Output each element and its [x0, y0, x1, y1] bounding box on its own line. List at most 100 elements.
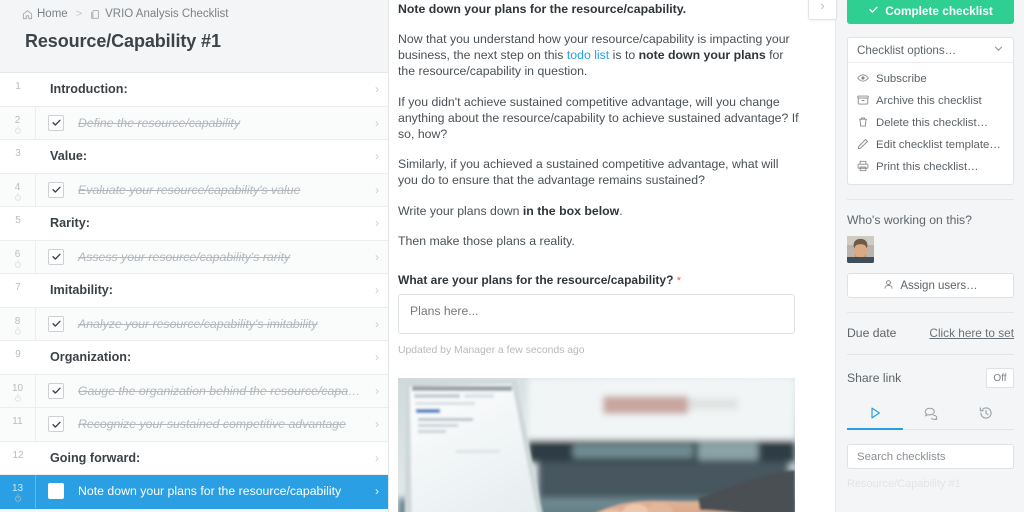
item-label: Recognize your sustained competitive adv… [78, 417, 346, 432]
checklist-item-2[interactable]: 2 Define the resource/capability › [0, 106, 388, 140]
paragraph4-text-a: Write your plans down [398, 203, 523, 218]
breadcrumb-current-label: VRIO Analysis Checklist [105, 8, 229, 20]
item-label: Imitability: [50, 283, 113, 298]
checklist-item-13[interactable]: 13 Note down your plans for the resource/… [0, 475, 388, 509]
item-number: 5 [15, 215, 21, 226]
menu-item-print-this-checklist[interactable]: Print this checklist… [848, 156, 1013, 178]
paragraph1-text-b: is to [609, 48, 639, 63]
checklist-item-10[interactable]: 10 Gauge the organization behind the reso… [0, 374, 388, 408]
avatar[interactable] [847, 236, 874, 263]
item-checkbox[interactable] [48, 382, 64, 399]
menu-item-label: Delete this checklist… [876, 117, 989, 129]
paragraph4-text-b: . [619, 203, 623, 218]
menu-item-edit-checklist-template[interactable]: Edit checklist template… [848, 134, 1013, 156]
share-link-toggle[interactable]: Off [986, 368, 1014, 388]
checklist-item-1[interactable]: 1 Introduction: › [0, 73, 388, 107]
due-date-label: Due date [847, 326, 897, 340]
history-tab[interactable] [958, 402, 1014, 430]
collapse-panel-button[interactable]: › [808, 0, 837, 20]
item-label: Assess your resource/capability's rarity [78, 249, 291, 264]
chevron-right-icon: › [375, 450, 379, 465]
menu-item-delete-this-checklist[interactable]: Delete this checklist… [848, 112, 1013, 134]
checklist-item-12[interactable]: 12 Going forward: › [0, 441, 388, 475]
todo-list-link[interactable]: todo list [567, 48, 609, 62]
printer-icon [857, 160, 869, 175]
menu-item-subscribe[interactable]: Subscribe [848, 68, 1013, 90]
complete-checklist-button[interactable]: Complete checklist [847, 0, 1014, 24]
breadcrumb-current[interactable]: VRIO Analysis Checklist [90, 8, 228, 20]
task-detail-pane: Note down your plans for the resource/ca… [389, 0, 835, 512]
breadcrumb-home[interactable]: Home [22, 8, 68, 20]
checklist-item-3[interactable]: 3 Value: › [0, 140, 388, 174]
item-checkbox[interactable] [48, 248, 64, 265]
item-number: 8 [0, 307, 36, 340]
task-paragraph-3: Similarly, if you achieved a sustained c… [398, 157, 779, 188]
chevron-right-icon: › [375, 115, 379, 130]
checklist-item-7[interactable]: 7 Imitability: › [0, 274, 388, 308]
item-label: Introduction: [50, 82, 128, 97]
item-checkbox[interactable] [48, 416, 64, 433]
item-number: 13 [0, 475, 36, 508]
chevron-right-icon: › [375, 383, 379, 398]
item-checkbox[interactable] [48, 114, 64, 131]
check-icon [868, 4, 879, 18]
stopwatch-icon [14, 193, 22, 201]
stopwatch-icon [14, 394, 22, 402]
item-label: Gauge the organization behind the resour… [78, 383, 366, 398]
divider-3 [847, 354, 1014, 355]
checklist-item-list: 1 Introduction: › 2 Define the resource/capa… [0, 72, 388, 509]
question-label-text: What are your plans for the resource/cap… [398, 273, 674, 288]
checklist-options-toggle[interactable]: Checklist options… [848, 38, 1013, 63]
plans-textarea[interactable] [398, 294, 795, 335]
item-label: Value: [50, 149, 88, 164]
chevron-right-icon: › [375, 82, 379, 97]
pencil-icon [857, 138, 869, 153]
activity-tab-bar [847, 402, 1014, 430]
task-paragraph-4: Write your plans down in the box below. [398, 203, 800, 219]
menu-item-archive-this-checklist[interactable]: Archive this checklist [848, 90, 1013, 112]
comments-icon [924, 406, 938, 425]
partial-result-text: Resource/Capability #1 [847, 478, 961, 490]
search-checklists-input[interactable] [847, 444, 1014, 469]
checklist-item-9[interactable]: 9 Organization: › [0, 341, 388, 375]
item-label: Analyze your resource/capability's imita… [78, 316, 318, 331]
assign-users-button[interactable]: Assign users… [847, 273, 1014, 298]
due-date-set-link[interactable]: Click here to set [929, 326, 1014, 340]
required-marker: * [676, 275, 682, 288]
history-icon [979, 406, 993, 425]
checklist-options-dropdown: Checklist options… Subscribe Archive this… [847, 37, 1014, 185]
chevron-down-icon [993, 43, 1004, 57]
paragraph4-bold: in the box below [522, 203, 620, 218]
updated-meta: Updated by Manager a few seconds ago [398, 345, 585, 357]
item-number: 7 [15, 282, 21, 293]
complete-checklist-label: Complete checklist [885, 4, 993, 18]
chevron-right-icon: › [820, 0, 825, 13]
checklist-item-11[interactable]: 11 Recognize your sustained competitive a… [0, 408, 388, 442]
user-icon [883, 279, 894, 293]
activity-tab[interactable] [847, 402, 903, 430]
item-checkbox[interactable] [48, 483, 64, 500]
checklist-item-4[interactable]: 4 Evaluate your resource/capability's val… [0, 173, 388, 207]
due-date-row: Due date Click here to set [847, 326, 1014, 340]
item-label: Rarity: [50, 216, 90, 231]
menu-item-label: Edit checklist template… [876, 139, 1001, 151]
item-number: 3 [15, 148, 21, 159]
play-icon [868, 406, 882, 425]
who-working-title: Who's working on this? [847, 213, 972, 227]
checklist-item-8[interactable]: 8 Analyze your resource/capability's imit… [0, 307, 388, 341]
breadcrumb: Home > VRIO Analysis Checklist [0, 0, 388, 22]
checklist-item-6[interactable]: 6 Assess your resource/capability's rarit… [0, 240, 388, 274]
item-label: Note down your plans for the resource/ca… [78, 484, 342, 499]
chevron-right-icon: › [375, 149, 379, 164]
task-title: Note down your plans for the resource/ca… [398, 2, 687, 16]
stopwatch-icon [14, 327, 22, 335]
share-link-row: Share link Off [847, 368, 1014, 388]
item-checkbox[interactable] [48, 181, 64, 198]
item-number: 11 [0, 408, 36, 441]
item-checkbox[interactable] [48, 315, 64, 332]
comments-tab[interactable] [903, 402, 959, 430]
assign-users-label: Assign users… [900, 279, 978, 292]
task-paragraph-1: Now that you understand how your resourc… [398, 31, 800, 80]
checklist-options-menu: Subscribe Archive this checklist Delete th… [848, 63, 1013, 184]
checklist-item-5[interactable]: 5 Rarity: › [0, 207, 388, 241]
